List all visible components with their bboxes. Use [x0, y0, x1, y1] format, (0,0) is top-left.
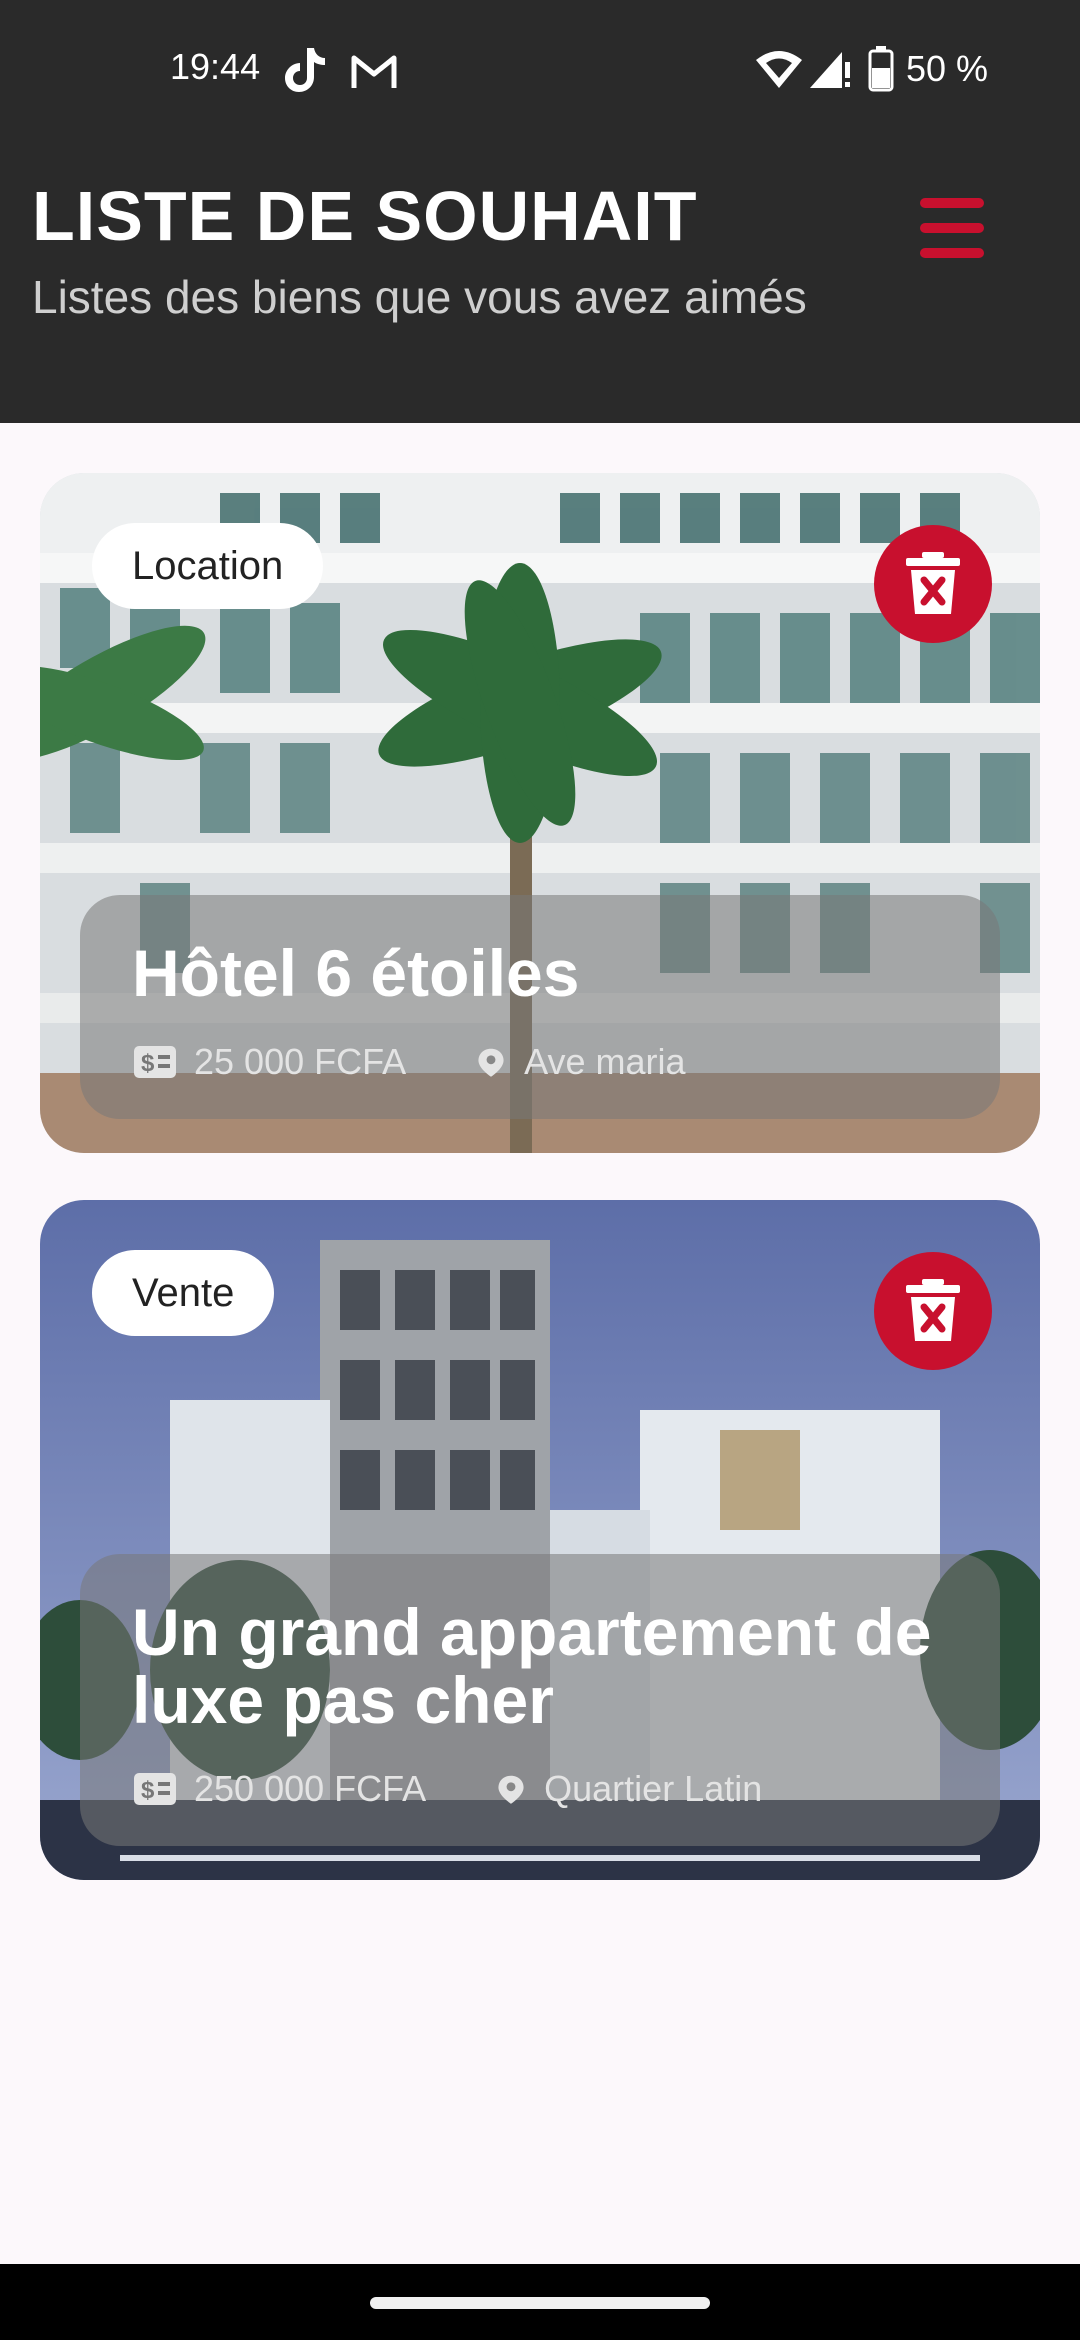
wifi-icon	[756, 51, 802, 88]
location: Ave maria	[474, 1041, 686, 1083]
location: Quartier Latin	[494, 1768, 762, 1810]
svg-text:$: $	[141, 1050, 155, 1077]
listing-type-badge: Vente	[92, 1250, 275, 1336]
property-location: Quartier Latin	[544, 1768, 763, 1809]
hamburger-menu-icon[interactable]	[916, 196, 988, 260]
battery-percentage: 50 %	[906, 48, 989, 89]
money-icon: $	[134, 1046, 176, 1078]
location-pin-icon	[478, 1048, 504, 1077]
property-price: 25 000 FCFA	[194, 1041, 407, 1082]
property-meta: $ 25 000 FCFA Ave maria	[132, 1041, 948, 1083]
property-title: Un grand appartement de luxe pas cher	[132, 1595, 932, 1737]
page-subtitle: Listes des biens que vous avez aimés	[32, 271, 807, 323]
property-meta: $ 250 000 FCFA Quartier Latin	[132, 1768, 948, 1810]
status-time: 19:44	[170, 46, 261, 87]
price: $ 250 000 FCFA	[132, 1768, 426, 1810]
property-title: Hôtel 6 étoiles	[132, 936, 580, 1010]
price: $ 25 000 FCFA	[132, 1041, 406, 1083]
gmail-icon	[351, 55, 397, 88]
tiktok-icon	[285, 48, 325, 92]
svg-text:$: $	[141, 1777, 155, 1804]
location-pin-icon	[498, 1775, 524, 1804]
signal-icon	[810, 52, 850, 88]
battery-icon	[868, 46, 894, 92]
app-header: 19:44 50 % LISTE DE SOUHAIT Listes des b…	[0, 0, 1080, 423]
money-icon: $	[134, 1773, 176, 1805]
home-indicator[interactable]	[370, 2297, 710, 2309]
property-info-panel: Un grand appartement de luxe pas cher $ …	[80, 1554, 1000, 1846]
trash-icon[interactable]	[874, 1252, 992, 1370]
trash-icon[interactable]	[874, 525, 992, 643]
wishlist-card[interactable]: Location Hôtel 6 étoiles $ 25 000 FCFA A…	[40, 473, 1040, 1153]
property-location: Ave maria	[524, 1041, 686, 1082]
page-title: LISTE DE SOUHAIT	[32, 177, 698, 255]
status-bar: 19:44 50 %	[0, 0, 1080, 140]
property-info-panel: Hôtel 6 étoiles $ 25 000 FCFA Ave maria	[80, 895, 1000, 1119]
listing-type-badge: Location	[92, 523, 324, 609]
wishlist-card[interactable]: Vente Un grand appartement de luxe pas c…	[40, 1200, 1040, 1880]
property-price: 250 000 FCFA	[194, 1768, 427, 1809]
